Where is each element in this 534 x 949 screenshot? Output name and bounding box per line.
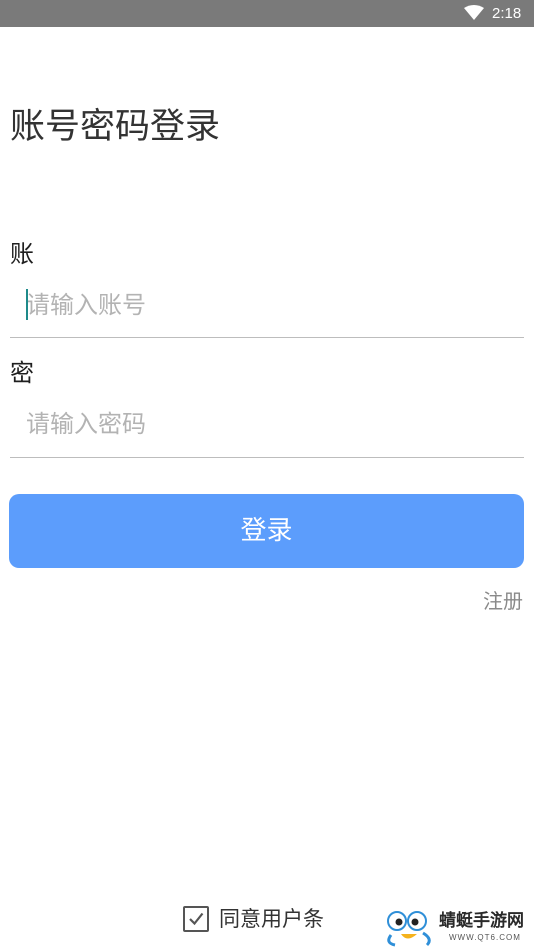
page-title: 账号密码登录 xyxy=(10,107,221,147)
dragonfly-mascot-logo xyxy=(387,911,431,947)
password-field xyxy=(10,400,524,458)
agreement-checkbox[interactable] xyxy=(183,906,209,932)
text-caret xyxy=(26,289,28,320)
agreement-text: 同意用户条 xyxy=(219,907,324,931)
login-screen: 2:18 账号密码登录 账 密 登录 注册 同意用户条 蜻蜓手游网 WWW.QT xyxy=(0,0,534,949)
wifi-icon xyxy=(464,5,484,20)
account-field xyxy=(10,281,524,338)
register-link[interactable]: 注册 xyxy=(483,587,523,615)
account-label: 账 xyxy=(10,240,34,268)
site-watermark: 蜻蜓手游网 WWW.QT6.COM xyxy=(387,907,532,947)
checkmark-icon xyxy=(189,912,204,926)
watermark-name: 蜻蜓手游网 xyxy=(439,911,524,931)
status-time: 2:18 xyxy=(492,5,522,22)
status-bar: 2:18 xyxy=(0,0,534,27)
password-label: 密 xyxy=(10,359,34,387)
password-input[interactable] xyxy=(26,404,506,444)
account-input[interactable] xyxy=(26,285,506,325)
watermark-url: WWW.QT6.COM xyxy=(449,933,521,942)
agreement-row[interactable]: 同意用户条 xyxy=(183,903,324,935)
login-button[interactable]: 登录 xyxy=(9,494,524,568)
